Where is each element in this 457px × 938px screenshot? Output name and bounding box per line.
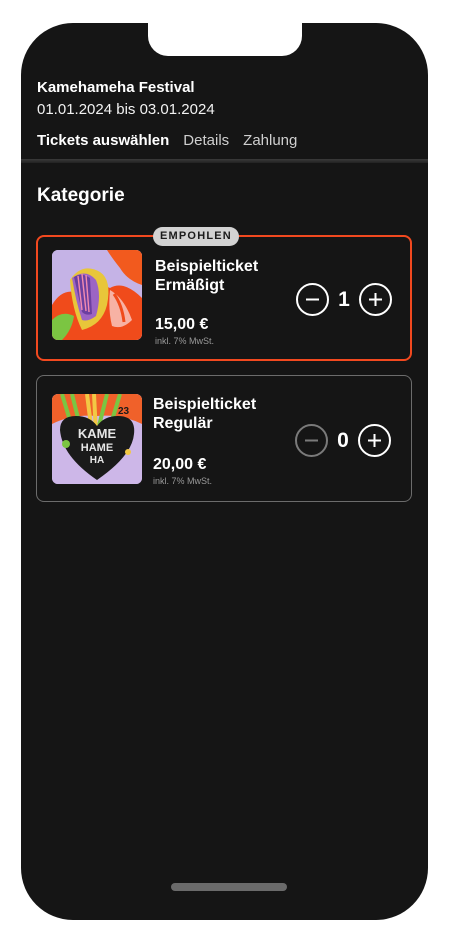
tax-note: inkl. 7% MwSt.: [155, 336, 215, 346]
festival-poster-image: KAME HAME HA 23: [52, 394, 142, 484]
poster-text: KAME: [78, 426, 117, 441]
event-dates: 01.01.2024 bis 03.01.2024: [37, 101, 215, 118]
ticket-name: Beispielticket Ermäßigt: [155, 258, 259, 294]
ticket-card-regular: KAME HAME HA 23 Beispielticket Regulär 2…: [36, 375, 412, 502]
svg-text:HAME: HAME: [81, 442, 113, 454]
quantity-value: 0: [337, 428, 349, 452]
ticket-name: Beispielticket Regulär: [153, 396, 257, 432]
minus-circle-icon[interactable]: [295, 424, 328, 457]
ticket-price: 20,00 €: [153, 456, 207, 473]
quantity-stepper: 0: [295, 424, 391, 457]
svg-text:HA: HA: [90, 455, 104, 466]
event-title: Kamehameha Festival: [37, 79, 195, 96]
plus-circle-icon[interactable]: [359, 283, 392, 316]
event-header: Kamehameha Festival 01.01.2024 bis 03.01…: [37, 79, 412, 150]
step-tickets[interactable]: Tickets auswählen: [37, 132, 169, 150]
abstract-art-image: [52, 250, 142, 340]
ticket-card-reduced: EMPOHLEN Beispielticket Ermäßigt 15,00 €…: [36, 227, 412, 361]
checkout-steps: Tickets auswählen Details Zahlung: [37, 132, 412, 150]
app-screen: Kamehameha Festival 01.01.2024 bis 03.01…: [21, 23, 428, 920]
minus-circle-icon[interactable]: [296, 283, 329, 316]
header-divider: [21, 159, 428, 163]
device-notch: [148, 23, 302, 56]
step-details[interactable]: Details: [183, 132, 229, 150]
quantity-stepper: 1: [296, 283, 392, 316]
section-title: Kategorie: [37, 185, 125, 206]
recommended-badge: EMPOHLEN: [153, 227, 239, 246]
ticket-price: 15,00 €: [155, 316, 209, 333]
step-payment[interactable]: Zahlung: [243, 132, 297, 150]
svg-text:23: 23: [118, 406, 130, 417]
tax-note: inkl. 7% MwSt.: [153, 476, 213, 486]
home-indicator[interactable]: [171, 883, 287, 891]
quantity-value: 1: [338, 287, 350, 311]
plus-circle-icon[interactable]: [358, 424, 391, 457]
